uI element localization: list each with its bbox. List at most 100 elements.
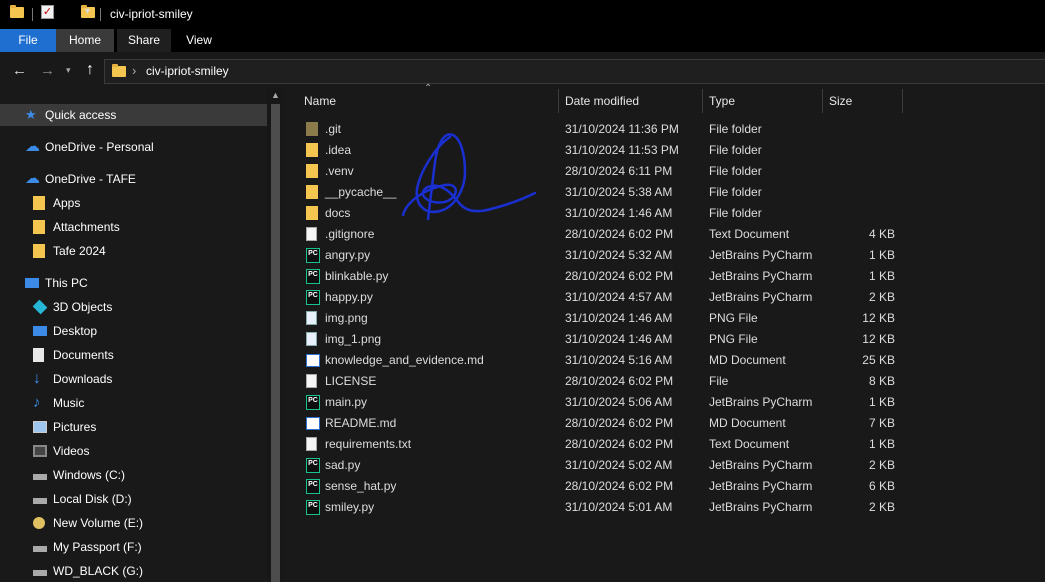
column-divider[interactable] — [558, 89, 559, 113]
file-name: smiley.py — [325, 500, 375, 514]
up-arrow-icon[interactable]: ↑ — [86, 61, 94, 79]
table-row[interactable]: .gitignore 28/10/2024 6:02 PM Text Documen… — [285, 224, 1045, 245]
file-date-modified: 31/10/2024 5:02 AM — [565, 458, 673, 472]
sidebar-item-pictures[interactable]: Pictures — [0, 416, 267, 438]
column-divider[interactable] — [822, 89, 823, 113]
scroll-up-icon[interactable]: ▲ — [271, 90, 280, 100]
file-name: blinkable.py — [325, 269, 389, 283]
column-header-date[interactable]: Date modified — [565, 88, 639, 114]
table-row[interactable]: PC sense_hat.py 28/10/2024 6:02 PM JetBrain… — [285, 476, 1045, 497]
sidebar-item-documents[interactable]: Documents — [0, 344, 267, 366]
table-row[interactable]: PC sad.py 31/10/2024 5:02 AM JetBrains PyCh… — [285, 455, 1045, 476]
file-size: 12 KB — [862, 332, 895, 346]
sidebar-item-label: Videos — [53, 444, 90, 458]
table-row[interactable]: PC blinkable.py 28/10/2024 6:02 PM JetBrain… — [285, 266, 1045, 287]
tab-view[interactable]: View — [171, 29, 227, 52]
file-type: JetBrains PyCharm — [709, 269, 813, 283]
forward-arrow-icon[interactable]: → — [40, 62, 55, 79]
folder-icon — [306, 185, 318, 199]
sidebar-item-3d-objects[interactable]: 3D Objects — [0, 296, 267, 318]
file-date-modified: 28/10/2024 6:02 PM — [565, 437, 674, 451]
table-row[interactable]: PC smiley.py 31/10/2024 5:01 AM JetBrains P… — [285, 497, 1045, 518]
file-type: JetBrains PyCharm — [709, 290, 813, 304]
table-row[interactable]: img.png 31/10/2024 1:46 AM PNG File 12 KB — [285, 308, 1045, 329]
divider — [32, 8, 33, 21]
file-date-modified: 31/10/2024 5:01 AM — [565, 500, 673, 514]
back-arrow-icon[interactable]: ← — [12, 62, 27, 79]
nav-scrollbar[interactable]: ▲ — [267, 88, 284, 582]
sidebar-item-downloads[interactable]: ↓ Downloads — [0, 368, 267, 390]
file-type: File folder — [709, 185, 762, 199]
table-row[interactable]: knowledge_and_evidence.md 31/10/2024 5:16… — [285, 350, 1045, 371]
pictures-icon — [33, 421, 47, 433]
scrollbar-thumb[interactable] — [271, 104, 280, 582]
sidebar-item-tafe-2024[interactable]: Tafe 2024 — [0, 240, 267, 262]
sidebar-item-label: Apps — [53, 196, 81, 210]
sidebar-item-label: OneDrive - TAFE — [45, 172, 136, 186]
sidebar-item-quick-access[interactable]: ★ Quick access — [0, 104, 267, 126]
column-divider[interactable] — [702, 89, 703, 113]
sidebar-item-wd-black-g[interactable]: WD_BLACK (G:) — [0, 560, 267, 582]
file-date-modified: 31/10/2024 4:57 AM — [565, 290, 673, 304]
drive-icon — [33, 546, 47, 552]
sidebar-item-attachments[interactable]: Attachments — [0, 216, 267, 238]
sidebar-item-local-disk-d[interactable]: Local Disk (D:) — [0, 488, 267, 510]
customize-toolbar-icon[interactable]: ▾ — [85, 6, 90, 17]
sidebar-item-windows-c[interactable]: Windows (C:) — [0, 464, 267, 486]
file-date-modified: 31/10/2024 11:36 PM — [565, 122, 679, 136]
git-folder-icon — [306, 122, 318, 136]
file-name: img.png — [325, 311, 368, 325]
file-name: sad.py — [325, 458, 361, 472]
pycharm-file-icon: PC — [306, 458, 320, 473]
tab-file[interactable]: File — [0, 29, 56, 52]
file-date-modified: 28/10/2024 6:02 PM — [565, 227, 674, 241]
pc-icon — [25, 278, 39, 288]
star-icon: ★ — [25, 107, 37, 122]
column-divider[interactable] — [902, 89, 903, 113]
sidebar-item-new-volume-e[interactable]: New Volume (E:) — [0, 512, 267, 534]
file-size: 1 KB — [868, 437, 895, 451]
sidebar-item-label: Documents — [53, 348, 114, 362]
folder-icon — [306, 143, 318, 157]
folder-icon — [33, 220, 45, 234]
file-type: PNG File — [709, 311, 758, 325]
sidebar-item-this-pc[interactable]: This PC — [0, 272, 267, 294]
sidebar-item-apps[interactable]: Apps — [0, 192, 267, 214]
sidebar-item-label: Tafe 2024 — [53, 244, 106, 258]
table-row[interactable]: PC angry.py 31/10/2024 5:32 AM JetBrains Py… — [285, 245, 1045, 266]
sidebar-item-videos[interactable]: Videos — [0, 440, 267, 462]
table-row[interactable]: requirements.txt 28/10/2024 6:02 PM Text D… — [285, 434, 1045, 455]
file-name: happy.py — [325, 290, 373, 304]
address-bar[interactable]: › civ-ipriot-smiley — [104, 59, 1045, 84]
sidebar-item-music[interactable]: ♪ Music — [0, 392, 267, 414]
sort-ascending-icon: ⌃ — [424, 83, 433, 94]
recent-locations-icon[interactable]: ▾ — [66, 65, 71, 76]
sidebar-item-onedrive-tafe[interactable]: ☁ OneDrive - TAFE — [0, 168, 267, 190]
sidebar-item-label: Music — [53, 396, 85, 410]
folder-icon[interactable] — [10, 5, 24, 18]
chevron-right-icon[interactable]: › — [132, 63, 136, 78]
table-row[interactable]: img_1.png 31/10/2024 1:46 AM PNG File 12 KB — [285, 329, 1045, 350]
sidebar-item-my-passport-f[interactable]: My Passport (F:) — [0, 536, 267, 558]
file-size: 2 KB — [868, 500, 895, 514]
sidebar-item-label: My Passport (F:) — [53, 540, 142, 554]
column-header-name[interactable]: Name — [304, 88, 336, 114]
table-row[interactable]: PC main.py 31/10/2024 5:06 AM JetBrains PyC… — [285, 392, 1045, 413]
file-type: MD Document — [709, 353, 786, 367]
column-header-type[interactable]: Type — [709, 88, 735, 114]
sidebar-item-onedrive-personal[interactable]: ☁ OneDrive - Personal — [0, 136, 267, 158]
file-type: File — [709, 374, 729, 388]
table-row[interactable]: README.md 28/10/2024 6:02 PM MD Document 7 … — [285, 413, 1045, 434]
column-header-size[interactable]: Size — [829, 88, 852, 114]
table-row[interactable]: PC happy.py 31/10/2024 4:57 AM JetBrains Py… — [285, 287, 1045, 308]
sidebar-item-desktop[interactable]: Desktop — [0, 320, 267, 342]
properties-icon[interactable]: ✓ — [41, 5, 54, 19]
tab-share[interactable]: Share — [117, 29, 171, 52]
file-size: 8 KB — [868, 374, 895, 388]
pycharm-file-icon: PC — [306, 290, 320, 305]
table-row[interactable]: LICENSE 28/10/2024 6:02 PM File 8 KB — [285, 371, 1045, 392]
tab-home[interactable]: Home — [56, 29, 114, 52]
file-type: File folder — [709, 143, 762, 157]
file-date-modified: 31/10/2024 1:46 AM — [565, 206, 673, 220]
file-size: 4 KB — [868, 227, 895, 241]
